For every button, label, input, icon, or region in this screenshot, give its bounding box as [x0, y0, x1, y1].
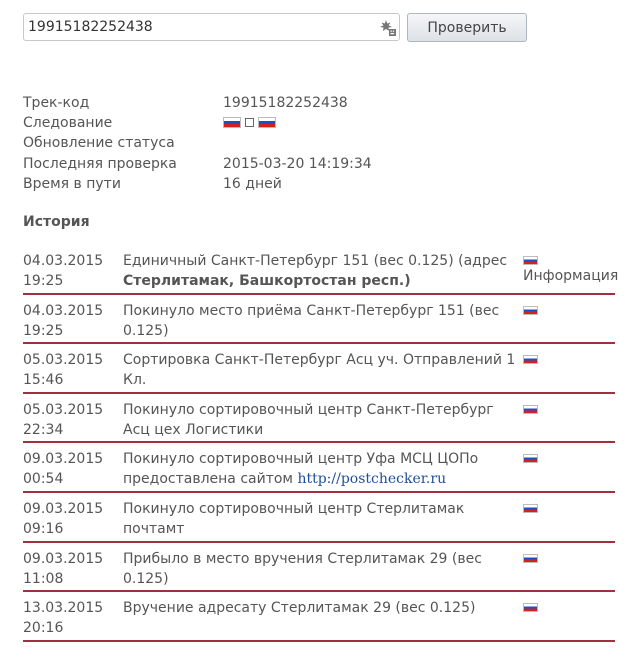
event-description: Покинуло сортировочный центр Уфа МСЦ ЦОП…: [123, 449, 521, 489]
event-description: Покинуло место приёма Санкт-Петербург 15…: [123, 301, 521, 341]
russia-flag-icon: [223, 117, 241, 129]
event-datetime: 09.03.2015 00:54: [23, 449, 115, 489]
event-date: 04.03.2015: [23, 302, 104, 319]
event-date: 09.03.2015: [23, 500, 104, 517]
search-field[interactable]: [23, 13, 400, 41]
event-country: [523, 303, 538, 317]
history-row: 04.03.2015 19:25 Единичный Санкт-Петербур…: [23, 245, 618, 295]
history-row: 13.03.2015 20:16 Вручение адресату Стерли…: [23, 592, 615, 642]
track-code-value: 19915182252438: [223, 95, 348, 111]
russia-flag-icon: [523, 503, 538, 513]
event-datetime: 13.03.2015 20:16: [23, 598, 115, 638]
russia-flag-icon: [258, 117, 276, 129]
event-date: 05.03.2015: [23, 352, 104, 369]
event-text: Покинуло место приёма Санкт-Петербург 15…: [123, 302, 500, 339]
event-country: [523, 600, 538, 614]
event-datetime: 09.03.2015 11:08: [23, 549, 115, 589]
event-time: 09:16: [23, 520, 64, 537]
history-row: 05.03.2015 15:46 Сортировка Санкт-Петербу…: [23, 344, 615, 394]
event-time: 19:25: [23, 322, 64, 339]
event-time: 22:34: [23, 421, 64, 438]
event-text: Сортировка Санкт-Петербург Асц уч. Отпра…: [123, 352, 516, 389]
russia-flag-icon: [523, 553, 538, 563]
event-date: 13.03.2015: [23, 600, 104, 617]
event-country: [523, 352, 538, 366]
event-text: Вручение адресату Стерлитамак 29 (вес 0.…: [123, 600, 476, 617]
russia-flag-icon: [523, 454, 538, 464]
transit-time-value: 16 дней: [223, 175, 282, 192]
event-time: 00:54: [23, 471, 64, 488]
event-text: Прибыло в место вручения Стерлитамак 29 …: [123, 550, 482, 587]
history-title: История: [23, 214, 90, 230]
event-description: Единичный Санкт-Петербург 151 (вес 0.125…: [123, 251, 521, 291]
event-description: Покинуло сортировочный центр Санкт-Петер…: [123, 400, 521, 440]
route-value: [223, 113, 276, 133]
keyboard-icon[interactable]: [380, 20, 396, 36]
info-label: Обновление статуса: [23, 135, 175, 152]
history-row: 09.03.2015 11:08 Прибыло в место вручения…: [23, 543, 615, 593]
event-time: 11:08: [23, 570, 64, 587]
russia-flag-icon: [523, 404, 538, 414]
event-date: 04.03.2015: [23, 253, 104, 269]
event-datetime: 04.03.2015 19:25: [23, 251, 115, 291]
event-text: Единичный Санкт-Петербург 151 (вес 0.125…: [123, 253, 508, 269]
route-arrow-icon: [245, 118, 254, 128]
russia-flag-icon: [523, 603, 538, 613]
event-time: 20:16: [23, 620, 64, 637]
history-row: 04.03.2015 19:25 Покинуло место приёма Са…: [23, 295, 615, 345]
info-label: Трек-код: [23, 95, 90, 111]
history-row: 09.03.2015 09:16 Покинуло сортировочный ц…: [23, 493, 615, 543]
info-label: Последняя проверка: [23, 155, 177, 172]
russia-flag-icon: [523, 355, 538, 365]
event-datetime: 04.03.2015 19:25: [23, 301, 115, 341]
event-country: [523, 402, 538, 416]
event-date: 09.03.2015: [23, 451, 104, 468]
event-datetime: 09.03.2015 09:16: [23, 499, 115, 539]
event-info-link[interactable]: Информация: [523, 268, 618, 284]
event-country: [523, 551, 538, 565]
last-check-value: 2015-03-20 14:19:34: [223, 155, 372, 172]
event-country: [523, 451, 538, 465]
event-country: [523, 253, 538, 267]
history-table: 04.03.2015 19:25 Единичный Санкт-Петербур…: [23, 245, 618, 642]
history-row: 09.03.2015 00:54 Покинуло сортировочный ц…: [23, 443, 615, 493]
event-country: [523, 501, 538, 515]
event-address: Стерлитамак, Башкортостан респ.): [123, 273, 411, 289]
russia-flag-icon: [523, 256, 538, 265]
check-button[interactable]: Проверить: [407, 13, 527, 42]
event-description: Вручение адресату Стерлитамак 29 (вес 0.…: [123, 598, 521, 618]
event-time: 19:25: [23, 273, 64, 289]
event-description: Прибыло в место вручения Стерлитамак 29 …: [123, 549, 521, 589]
event-text: Покинуло сортировочный центр Стерлитамак…: [123, 500, 465, 537]
event-date: 09.03.2015: [23, 550, 104, 567]
event-date: 05.03.2015: [23, 401, 104, 418]
russia-flag-icon: [523, 305, 538, 315]
history-row: 05.03.2015 22:34 Покинуло сортировочный ц…: [23, 394, 615, 444]
info-label: Следование: [23, 115, 113, 132]
event-description: Сортировка Санкт-Петербург Асц уч. Отпра…: [123, 350, 521, 390]
event-text: Покинуло сортировочный центр Санкт-Петер…: [123, 401, 494, 438]
info-label: Время в пути: [23, 175, 121, 192]
event-datetime: 05.03.2015 22:34: [23, 400, 115, 440]
event-description: Покинуло сортировочный центр Стерлитамак…: [123, 499, 521, 539]
tracking-input[interactable]: [28, 14, 368, 40]
event-time: 15:46: [23, 372, 64, 389]
postchecker-link[interactable]: http://postchecker.ru: [297, 471, 446, 487]
event-datetime: 05.03.2015 15:46: [23, 350, 115, 390]
